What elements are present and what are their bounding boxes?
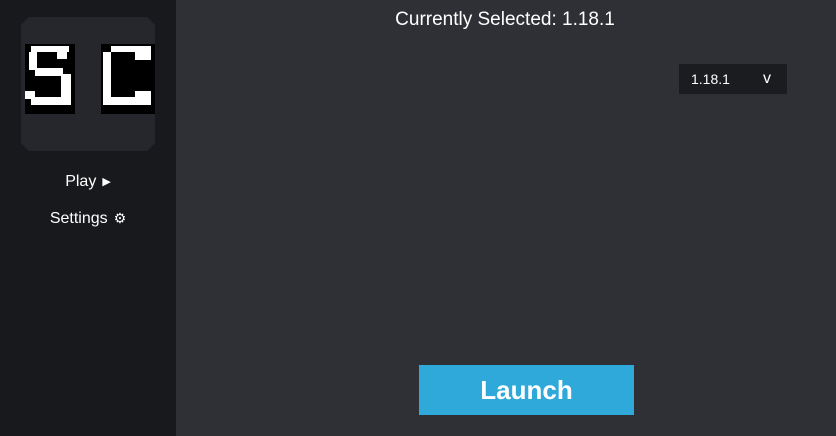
sidebar: Play ▶ Settings ⚙ — [0, 0, 176, 436]
gear-icon: ⚙ — [113, 210, 127, 226]
currently-selected-label: Currently Selected: 1.18.1 — [395, 9, 615, 30]
sidebar-item-play[interactable]: Play ▶ — [0, 173, 176, 191]
sidebar-item-settings[interactable]: Settings ⚙ — [0, 210, 176, 228]
version-selected-value: 1.18.1 — [691, 71, 730, 87]
play-icon: ▶ — [102, 176, 111, 188]
sidebar-item-label: Settings — [49, 210, 108, 227]
chevron-down-icon: v — [763, 70, 771, 87]
sidebar-item-label: Play — [65, 173, 97, 190]
launcher-window: Play ▶ Settings ⚙ Currently Selected: 1.18… — [0, 0, 836, 436]
app-logo — [21, 17, 155, 151]
logo-sc-pixel-art — [25, 44, 155, 114]
launch-button[interactable]: Launch — [419, 365, 634, 415]
version-dropdown[interactable]: 1.18.1 v — [679, 64, 787, 94]
main-panel: Currently Selected: 1.18.1 1.18.1 v Laun… — [176, 0, 836, 436]
